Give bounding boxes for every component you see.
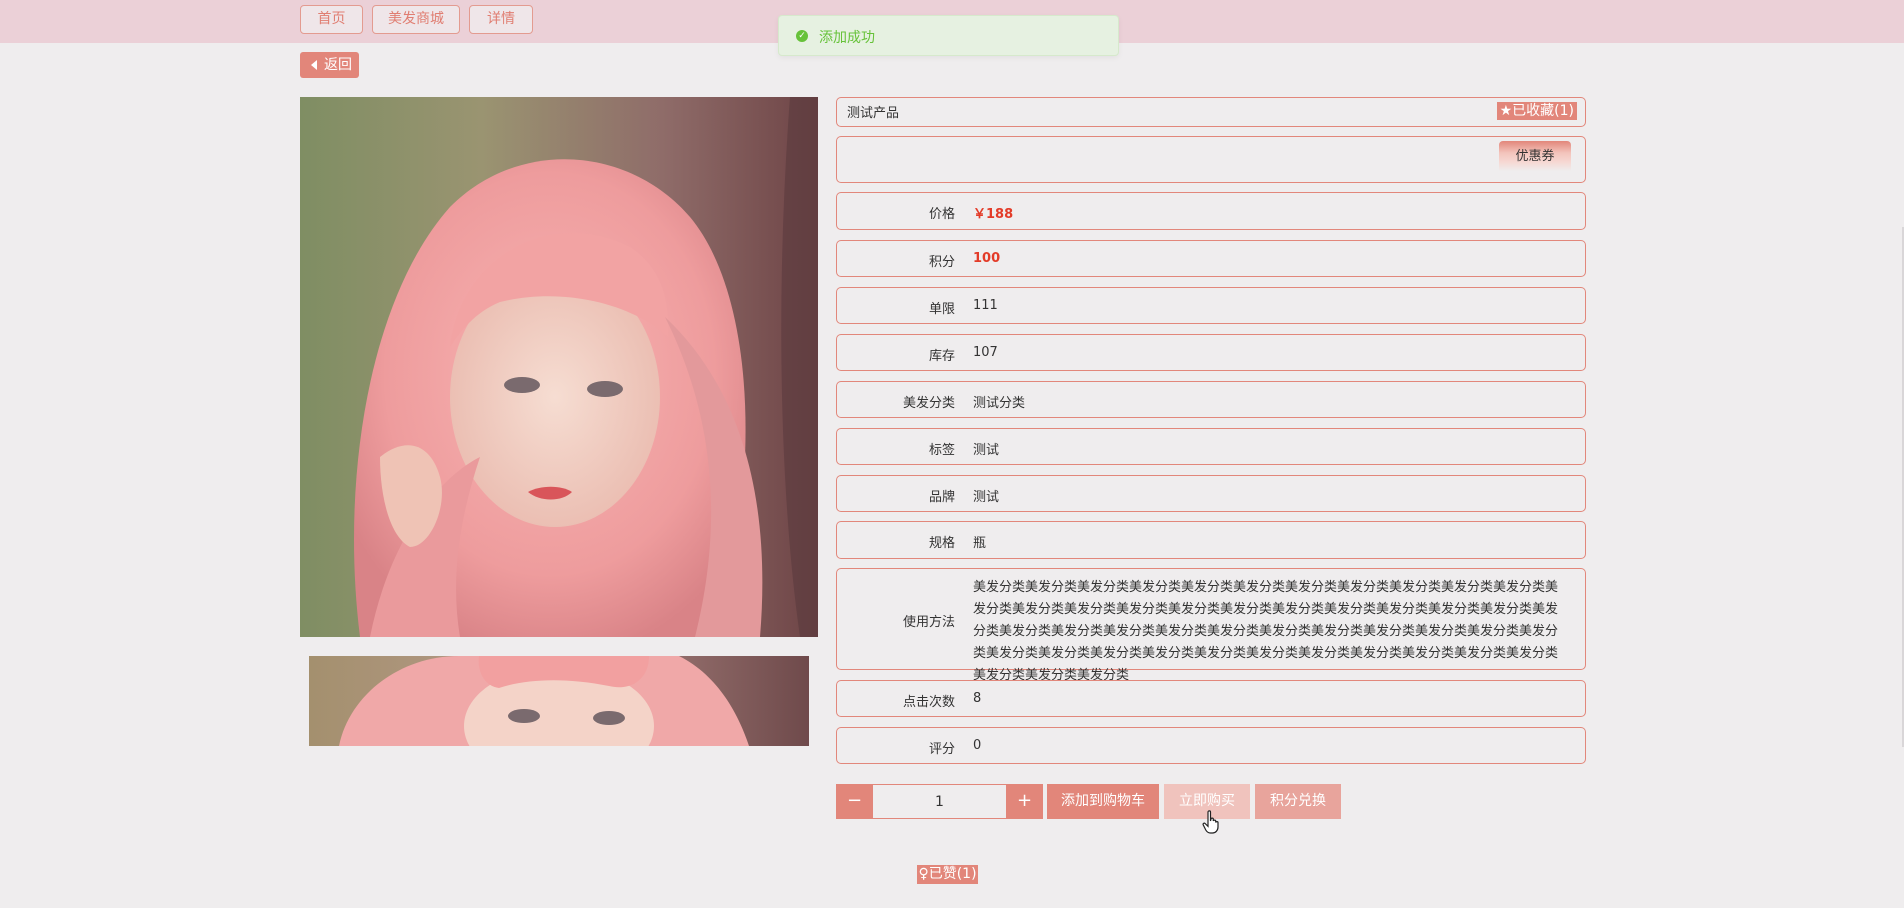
favorite-button[interactable]: ★已收藏(1) <box>1496 102 1577 120</box>
price-value: ￥188 <box>973 207 1014 222</box>
coupon-row: 优惠券 <box>836 136 1586 183</box>
add-to-cart-button[interactable]: 添加到购物车 <box>1047 784 1159 819</box>
rating-label: 评分 <box>928 742 955 757</box>
quantity-increase-button[interactable]: + <box>1006 784 1043 819</box>
check-circle-icon: ✓ <box>796 30 808 42</box>
tag-label: 标签 <box>928 443 955 458</box>
like-button[interactable]: ♀已赞(1) <box>917 865 978 884</box>
usage-row: 使用方法 美发分类美发分类美发分类美发分类美发分类美发分类美发分类美发分类美发分… <box>836 568 1586 683</box>
product-thumbnail[interactable] <box>309 656 809 746</box>
product-main-image <box>300 97 818 637</box>
stock-row: 库存 107 <box>836 334 1586 371</box>
caret-left-icon <box>311 60 317 70</box>
toast-message: 添加成功 <box>819 30 875 46</box>
product-title-row: 测试产品 ★已收藏(1) <box>836 97 1586 127</box>
limit-row: 单限 111 <box>836 287 1586 324</box>
back-label: 返回 <box>324 57 352 73</box>
points-label: 积分 <box>928 255 955 270</box>
limit-label: 单限 <box>928 302 955 317</box>
like-label: 已赞(1) <box>928 866 977 882</box>
usage-value: 美发分类美发分类美发分类美发分类美发分类美发分类美发分类美发分类美发分类美发分类… <box>973 580 1559 683</box>
spec-label: 规格 <box>928 536 955 551</box>
limit-value: 111 <box>973 298 998 313</box>
thumbnail-illustration <box>339 656 749 746</box>
price-row: 价格 ￥188 <box>836 192 1586 230</box>
portrait-illustration <box>354 97 818 637</box>
usage-label: 使用方法 <box>902 615 955 630</box>
brand-label: 品牌 <box>928 490 955 505</box>
nav-detail-button[interactable]: 详情 <box>469 5 533 34</box>
thumbs-up-icon: ♀ <box>918 866 929 882</box>
price-label: 价格 <box>928 207 955 222</box>
product-name: 测试产品 <box>847 106 900 121</box>
quantity-input[interactable] <box>873 784 1006 819</box>
points-row: 积分 100 <box>836 240 1586 277</box>
category-row: 美发分类 测试分类 <box>836 381 1586 418</box>
coupon-button[interactable]: 优惠券 <box>1499 141 1571 171</box>
tag-row: 标签 测试 <box>836 428 1586 465</box>
category-value: 测试分类 <box>973 396 1026 411</box>
rating-row: 评分 0 <box>836 727 1586 764</box>
brand-row: 品牌 测试 <box>836 475 1586 512</box>
quantity-decrease-button[interactable]: − <box>836 784 873 819</box>
success-toast: ✓ 添加成功 <box>778 15 1119 56</box>
back-button[interactable]: 返回 <box>300 52 359 78</box>
hand-cursor-icon <box>1202 810 1219 834</box>
points-value: 100 <box>973 251 1001 266</box>
clicks-label: 点击次数 <box>902 695 955 710</box>
stock-label: 库存 <box>928 349 955 364</box>
favorite-label: 已收藏(1) <box>1512 103 1574 119</box>
nav-mall-button[interactable]: 美发商城 <box>372 5 460 34</box>
redeem-points-button[interactable]: 积分兑换 <box>1255 784 1341 819</box>
brand-value: 测试 <box>973 490 1000 505</box>
category-label: 美发分类 <box>902 396 955 411</box>
rating-value: 0 <box>973 738 982 753</box>
stock-value: 107 <box>973 345 998 360</box>
clicks-row: 点击次数 8 <box>836 680 1586 717</box>
star-icon: ★ <box>1499 103 1513 119</box>
nav-home-button[interactable]: 首页 <box>300 5 363 34</box>
clicks-value: 8 <box>973 691 982 706</box>
spec-row: 规格 瓶 <box>836 521 1586 559</box>
spec-value: 瓶 <box>973 536 987 551</box>
tag-value: 测试 <box>973 443 1000 458</box>
